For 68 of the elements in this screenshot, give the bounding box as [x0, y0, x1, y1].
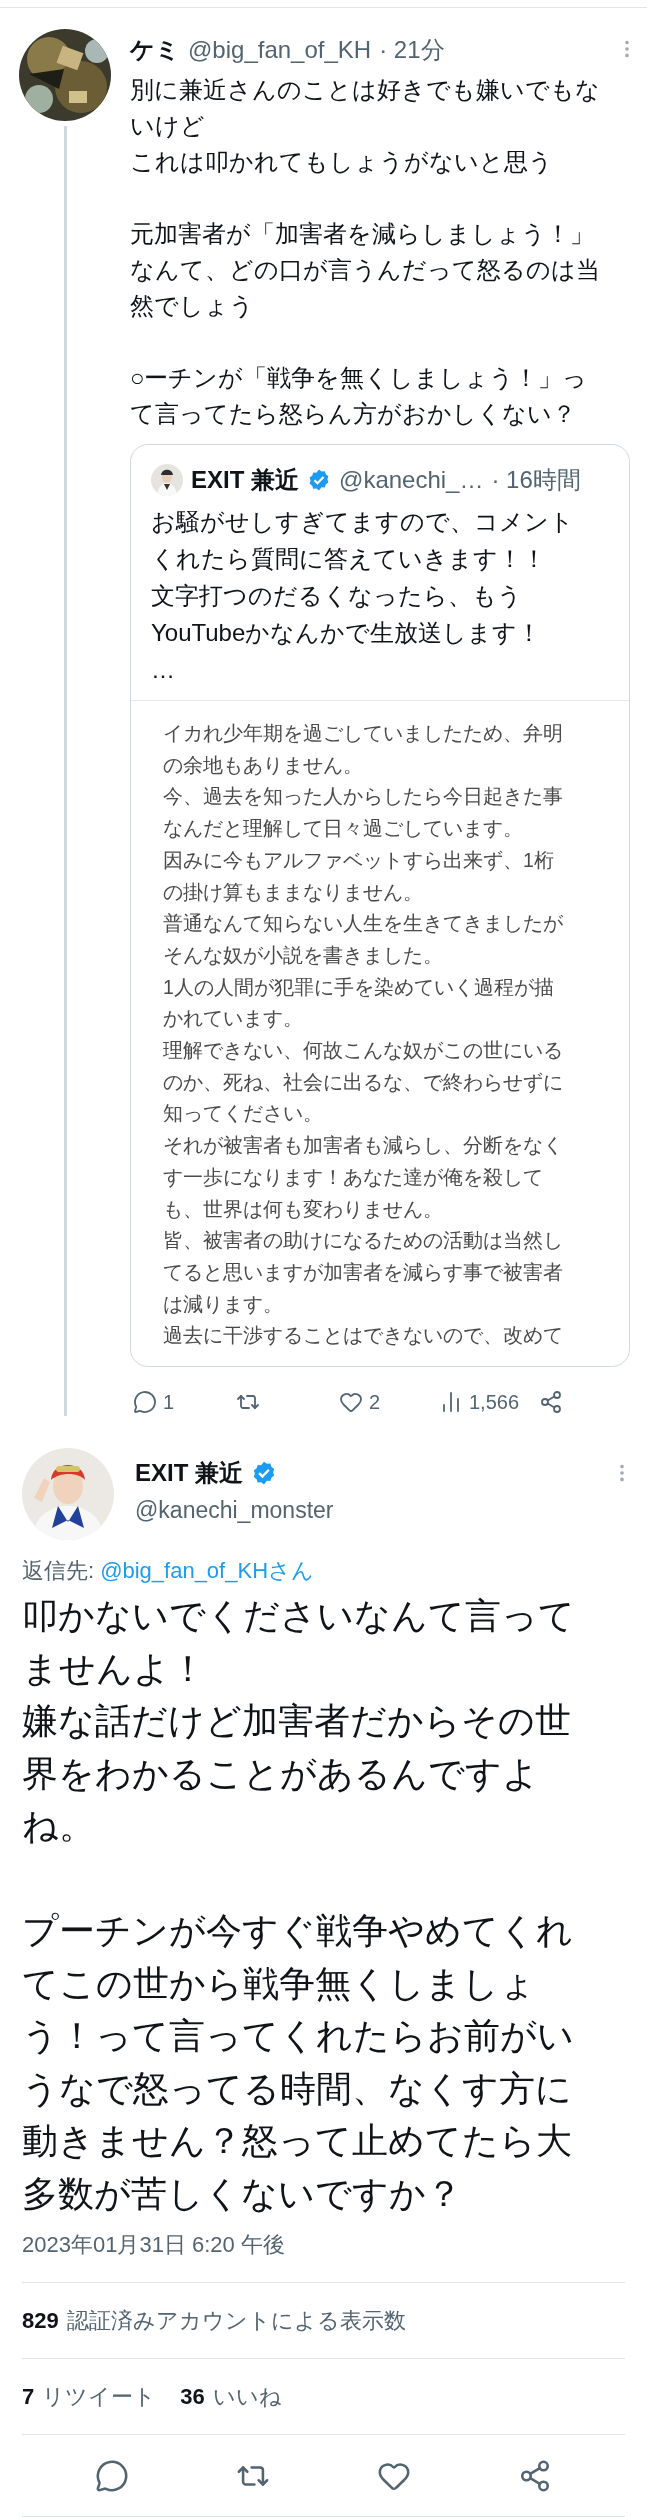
image-text-line: の余地もありません。	[163, 752, 363, 778]
share-icon[interactable]	[539, 1390, 563, 1415]
post-timestamp: 2023年01月31日 6:20 午後	[22, 2231, 285, 2260]
quoted-post-time: · 16時間	[491, 465, 581, 495]
action-count: 2	[369, 1390, 381, 1416]
quoted-text-line: くれたら質問に答えていきます！！	[151, 544, 546, 574]
image-text-line: てると思いますが加害者を減らす事で被害者	[163, 1259, 563, 1285]
image-text-line: かれています。	[163, 1006, 303, 1032]
image-text-line: そんな奴が小説を書きました。	[163, 942, 443, 968]
image-text-line: 普通なんて知らない人生を生きてきましたが	[163, 911, 563, 937]
tweet-text-line: 別に兼近さんのことは好きでも嫌いでもな	[130, 75, 600, 105]
quoted-author-name: EXIT 兼近	[191, 465, 299, 495]
tweet-text-line: 然でしょう	[130, 291, 254, 321]
tweet-text-line: なんて、どの口が言うんだって怒るのは当	[130, 255, 600, 285]
action-count: 1	[163, 1390, 175, 1416]
tweet-text-line: 多数が苦しくないですか？	[22, 2171, 462, 2216]
reply-icon[interactable]	[133, 1390, 157, 1415]
tweet-text-line: これは叩かれてもしょうがないと思う	[130, 147, 553, 177]
tweet-text-line: 嫌な話だけど加害者だからその世	[22, 1699, 571, 1744]
image-text-line: も、世界は何も変わりません。	[163, 1196, 443, 1222]
image-text-line: イカれ少年期を過ごしていましたため、弁明	[163, 721, 563, 746]
image-text-line: 1人の人間が犯罪に手を染めていく過程が描	[163, 974, 554, 1000]
quoted-tweet-card[interactable]	[130, 444, 630, 1368]
author-name[interactable]: EXIT 兼近	[135, 1455, 243, 1492]
image-text-line: 皆、被害者の助けになるための活動は当然し	[163, 1228, 563, 1254]
view-count: 829	[22, 2307, 59, 2336]
image-text-line: それが被害者も加害者も減らし、分断をなく	[163, 1133, 563, 1159]
tweet-text-line: 元加害者が「加害者を減らしましょう！」	[130, 219, 594, 249]
image-text-line: なんだと理解して日々過ごしています。	[163, 816, 523, 842]
author-name[interactable]: ケミ	[130, 32, 180, 68]
quoted-text-line: …	[151, 655, 175, 685]
tweet-text-line: 動きません？怒って止めてたら大	[22, 2119, 572, 2164]
tweet-text-line: う！って言ってくれたらお前がい	[22, 2014, 574, 2059]
tweet-text-line: プーチンが今すぐ戦争やめてくれ	[22, 1909, 573, 1954]
image-text-line: 因みに今もアルファベットすら出来ず、1桁	[163, 847, 554, 873]
tweet-text-line: ○ーチンが「戦争を無くしましょう！」っ	[130, 363, 588, 393]
quoted-text-line: 文字打つのだるくなったら、もう	[151, 581, 522, 611]
tweet-text-line: てこの世から戦争無くしましょ	[22, 1961, 536, 2006]
quoted-author-handle: @kanechi_…	[339, 465, 484, 495]
stat-count: 36	[180, 2383, 205, 2412]
stat-count: 7	[22, 2383, 35, 2412]
image-text-line: は減ります。	[163, 1291, 283, 1317]
quoted-text-line: YouTubeかなんかで生放送します！	[151, 618, 542, 648]
image-text-line: の掛け算もままなりません。	[163, 879, 423, 905]
like-icon[interactable]	[339, 1390, 363, 1415]
action-count: 1,566	[469, 1390, 520, 1416]
tweet-text-line: ね。	[22, 1804, 95, 1849]
author-handle[interactable]: @big_fan_of_KH	[188, 32, 372, 68]
views-label: 認証済みアカウントによる表示数	[66, 2307, 406, 2336]
stat-label[interactable]: いいね	[212, 2380, 282, 2414]
tweet-text-line: ませんよ！	[22, 1646, 206, 1691]
image-text-line: のか、死ね、社会に出るな、で終わらせずに	[163, 1069, 563, 1095]
tweet-text-line: 界をわかることがあるんですよ	[22, 1751, 539, 1796]
image-text-line: 今、過去を知った人からしたら今日起きた事	[163, 784, 563, 810]
stat-label[interactable]: リツイート	[42, 2380, 157, 2414]
image-text-line: す一歩になります！あなた達が俺を殺して	[163, 1164, 543, 1190]
author-handle[interactable]: @kanechi_monster	[135, 1495, 334, 1526]
tweet-text-line: いけど	[130, 111, 205, 141]
reply-icon[interactable]	[95, 2458, 130, 2493]
image-text-line: 過去に干渉することはできないので、改めて	[163, 1323, 563, 1349]
quoted-text-line: お騒がせしすぎてますので、コメント	[151, 507, 574, 537]
reply-to-label: 返信先:	[22, 1557, 95, 1586]
post-time: · 21分	[379, 35, 445, 65]
tweet-text-line: て言ってたら怒らん方がおかしくない？	[130, 399, 576, 429]
image-text-line: 知ってください。	[163, 1101, 323, 1127]
image-text-line: 理解できない、何故こんな奴がこの世にいる	[163, 1038, 563, 1064]
tweet-text-line: うなで怒ってる時間、なくす方に	[22, 2066, 572, 2111]
tweet-text-line: 叩かないでくださいなんて言って	[22, 1594, 575, 1639]
